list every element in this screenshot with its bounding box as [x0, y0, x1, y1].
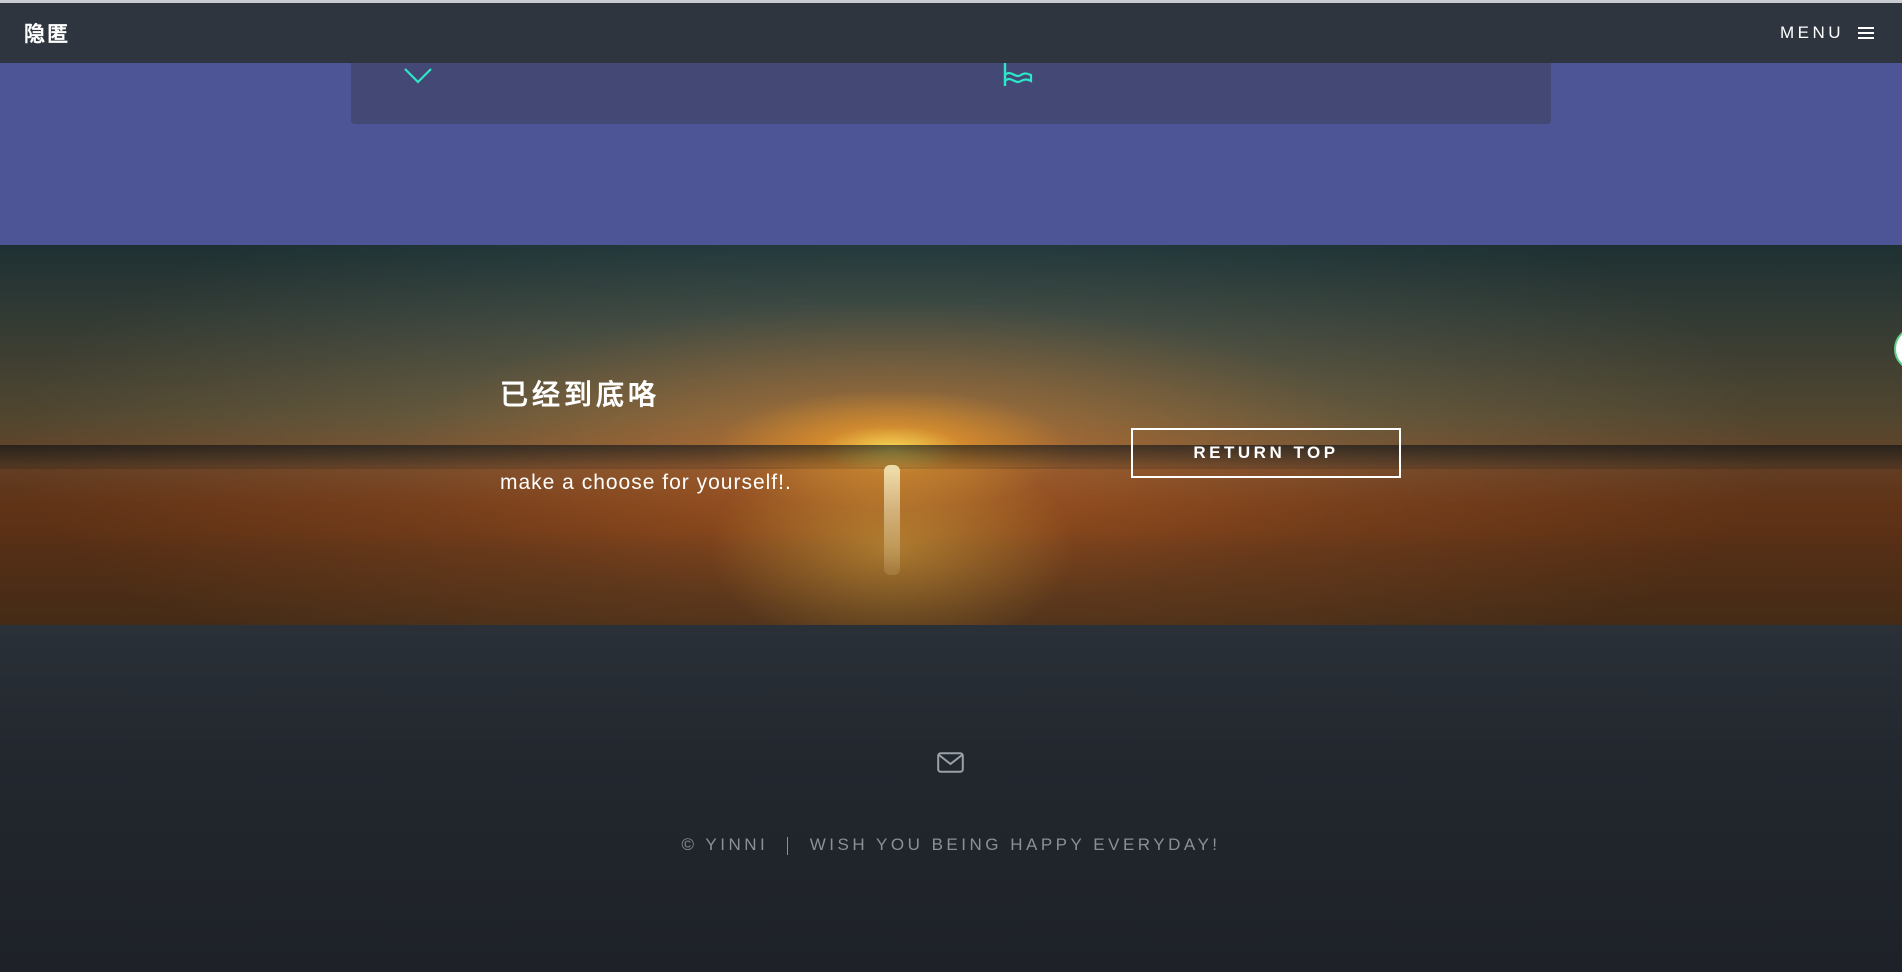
copyright-text: © YINNI — [681, 835, 769, 854]
hamburger-icon — [1858, 27, 1874, 39]
banner-vignette — [0, 245, 1902, 625]
return-top-button[interactable]: RETURN TOP — [1131, 428, 1401, 478]
sunset-banner: 已经到底咯 make a choose for yourself!. RETUR… — [0, 245, 1902, 625]
menu-button[interactable]: MENU — [1780, 23, 1874, 43]
separator — [786, 836, 788, 855]
top-navbar: 隐匿 MENU — [0, 0, 1902, 63]
cta-title: 已经到底咯 — [500, 378, 661, 411]
chevron-down-icon — [404, 68, 432, 84]
features-section — [0, 63, 1902, 245]
tagline-text: WISH YOU BEING HAPPY EVERYDAY! — [809, 835, 1221, 854]
site-brand[interactable]: 隐匿 — [24, 18, 70, 48]
menu-label: MENU — [1779, 23, 1844, 42]
features-card — [351, 63, 1551, 124]
mail-icon[interactable] — [937, 752, 964, 773]
copyright-line: © YINNI WISH YOU BEING HAPPY EVERYDAY! — [0, 835, 1902, 855]
cta-subtitle: make a choose for yourself!. — [500, 471, 792, 494]
flag-icon — [1003, 63, 1033, 86]
footer: © YINNI WISH YOU BEING HAPPY EVERYDAY! — [0, 625, 1902, 972]
